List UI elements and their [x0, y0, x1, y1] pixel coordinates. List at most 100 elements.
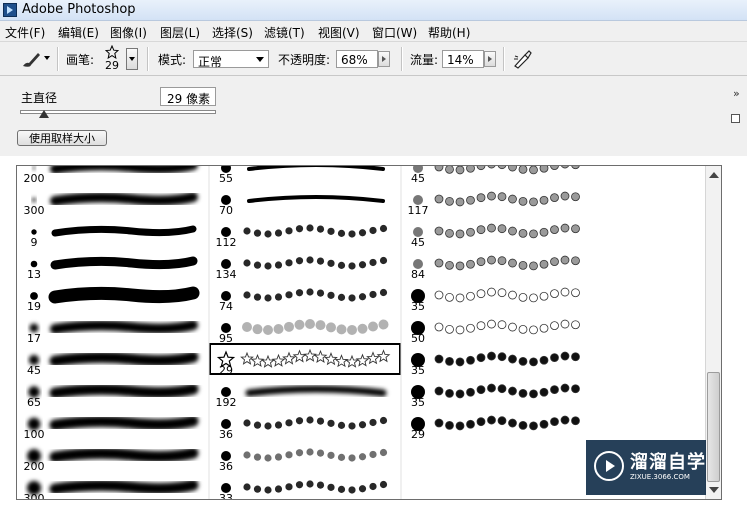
panel-menu-icon[interactable] — [731, 114, 740, 123]
brush-size-label: 65 — [27, 396, 41, 409]
brush-preset[interactable]: 45 — [411, 166, 580, 185]
brush-stroke-dab — [455, 197, 465, 207]
brush-preset[interactable]: 45 — [27, 351, 199, 377]
menu-edit[interactable]: 编辑(E) — [58, 24, 99, 41]
brush-preset[interactable]: 95 — [219, 319, 389, 345]
scrollbar-thumb[interactable] — [707, 372, 720, 482]
menu-layer[interactable]: 图层(L) — [160, 24, 200, 41]
menu-select[interactable]: 选择(S) — [212, 24, 253, 41]
brush-stroke-dab — [274, 453, 283, 461]
brush-stroke-dab — [242, 322, 252, 332]
brush-preset[interactable]: 55 — [219, 166, 385, 185]
brush-stroke-dab — [315, 320, 326, 331]
brush-stroke-dab — [285, 419, 293, 427]
brush-stroke-dab — [306, 416, 314, 424]
brush-stroke-dab — [369, 258, 377, 267]
scroll-down-icon[interactable] — [709, 487, 719, 493]
brush-stroke-dab — [445, 166, 454, 174]
menu-filter[interactable]: 滤镜(T) — [264, 24, 305, 41]
brush-preset[interactable]: 13 — [27, 256, 198, 281]
brush-stroke-dab — [243, 419, 251, 427]
selected-brush-outline — [209, 343, 401, 375]
brush-size-label: 35 — [411, 364, 425, 377]
vertical-scrollbar[interactable] — [705, 166, 721, 499]
brush-preset[interactable]: 35 — [411, 351, 580, 377]
brush-stroke-dab — [240, 351, 254, 365]
brush-stroke-dab — [337, 261, 346, 269]
brush-panel-header — [0, 76, 747, 156]
use-sample-size-button[interactable]: 使用取样大小 — [17, 130, 107, 146]
brush-preset[interactable]: 134 — [216, 256, 388, 281]
tool-preset-dropdown-icon[interactable] — [44, 56, 50, 60]
brush-stroke-dab — [357, 323, 368, 334]
brush-preset[interactable]: 74 — [219, 288, 388, 313]
brush-preset[interactable]: 200 — [24, 166, 198, 185]
menu-file[interactable]: 文件(F) — [5, 24, 45, 41]
menu-image[interactable]: 图像(I) — [110, 24, 147, 41]
slider-thumb[interactable] — [38, 110, 49, 118]
master-diameter-slider[interactable] — [20, 110, 216, 114]
brush-preset[interactable]: 50 — [411, 319, 580, 345]
brush-stroke-dab — [466, 259, 475, 269]
brush-preset[interactable]: 200 — [24, 447, 199, 473]
brush-stroke-dab — [455, 229, 465, 239]
menu-help[interactable]: 帮助(H) — [428, 24, 470, 41]
brush-stroke-dab — [518, 388, 528, 398]
brush-stroke-dab — [518, 196, 528, 206]
brush-stroke-dab — [445, 260, 454, 270]
brush-preset[interactable]: 29 — [411, 415, 580, 441]
brush-stroke-dab — [253, 229, 262, 237]
master-diameter-input[interactable]: 29 像素 — [160, 87, 216, 106]
brush-preset[interactable]: 35 — [411, 383, 580, 409]
opacity-slider-button[interactable] — [378, 51, 390, 67]
brush-preset[interactable]: 33 — [219, 480, 388, 500]
menu-view[interactable]: 视图(V) — [318, 24, 360, 41]
brush-stroke-dab — [295, 481, 304, 489]
brush-stroke-dab — [518, 260, 528, 270]
brush-preset[interactable]: 192 — [216, 385, 387, 409]
menu-window[interactable]: 窗口(W) — [372, 24, 417, 41]
scroll-up-icon[interactable] — [709, 172, 719, 178]
brush-stroke-dab — [550, 353, 559, 363]
brush-preset[interactable]: 84 — [411, 255, 580, 281]
brush-preset[interactable]: 112 — [216, 224, 388, 249]
brush-preset[interactable]: 300 — [24, 192, 198, 217]
brush-size-label: 50 — [411, 332, 425, 345]
brush-preset[interactable]: 29 — [209, 343, 401, 377]
brush-stroke-dab — [550, 321, 559, 331]
brush-preset[interactable]: 17 — [27, 320, 198, 346]
brush-preset[interactable]: 100 — [24, 415, 199, 441]
brush-preset[interactable]: 65 — [27, 383, 199, 409]
brush-preset[interactable]: 70 — [219, 195, 385, 217]
brush-preset[interactable]: 35 — [411, 287, 580, 313]
brush-stroke-dab — [539, 419, 549, 429]
brush-preset[interactable]: 117 — [408, 191, 580, 217]
flow-slider-button[interactable] — [484, 51, 496, 67]
brush-stroke-dab — [337, 453, 346, 461]
mode-select[interactable]: 正常 — [193, 50, 269, 69]
airbrush-icon[interactable] — [511, 49, 533, 69]
brush-stroke-dab — [476, 385, 486, 395]
brush-size-label: 45 — [27, 364, 41, 377]
brush-preset[interactable]: 19 — [27, 286, 200, 313]
brush-stroke-dab — [379, 416, 388, 425]
brush-preset[interactable]: 45 — [411, 223, 580, 249]
opacity-input[interactable]: 68% — [336, 50, 378, 68]
brush-stroke-dab — [264, 262, 272, 270]
brush-tool-icon[interactable] — [20, 50, 42, 68]
brush-picker-button[interactable] — [126, 48, 138, 70]
brush-stroke-dab — [306, 288, 314, 296]
brush-preset[interactable]: 36 — [219, 448, 388, 473]
brush-stroke-dab — [434, 418, 444, 428]
brush-stroke-dab — [497, 288, 507, 298]
brush-stroke-dab — [539, 323, 549, 333]
brush-preset[interactable]: 300 — [24, 479, 199, 500]
brush-preset[interactable]: 9 — [31, 225, 197, 249]
flow-input[interactable]: 14% — [442, 50, 484, 68]
brush-preset[interactable]: 36 — [219, 416, 388, 441]
brush-stroke-dab — [326, 322, 336, 333]
brush-stroke-dab — [305, 319, 315, 330]
brush-stroke-preview — [49, 383, 199, 399]
expand-panel-icon[interactable]: » — [733, 87, 740, 100]
brush-stroke-preview — [247, 195, 385, 203]
